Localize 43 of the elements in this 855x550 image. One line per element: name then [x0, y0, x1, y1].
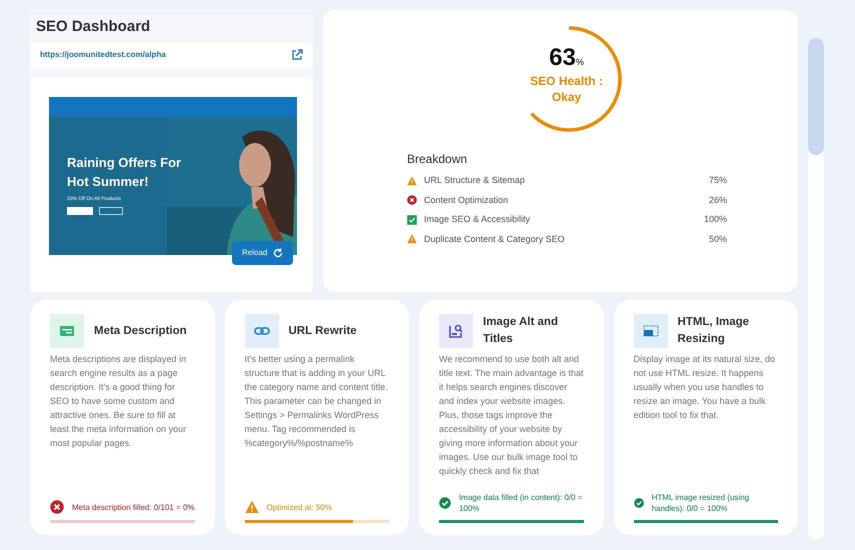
success-icon: [439, 496, 451, 510]
scrollbar[interactable]: [808, 38, 824, 540]
warning-icon: [407, 176, 417, 186]
card-title: Image Alt and Titles: [483, 315, 559, 347]
link-icon: [244, 314, 278, 348]
meta-icon: [50, 314, 84, 348]
card-title: HTML, Image Resizing: [678, 315, 750, 347]
breakdown-value: 75%: [708, 174, 727, 187]
status-text: HTML image resized (using handles): 0/0 = 100%: [652, 492, 750, 514]
error-icon: [407, 195, 417, 206]
status-text: Image data filled (in content): 0/0 = 100%: [458, 492, 584, 514]
breakdown-value: 100%: [704, 213, 727, 226]
refresh-icon: [273, 248, 284, 258]
breakdown-label: Content Optimization: [424, 194, 510, 207]
breakdown-value: 50%: [708, 232, 727, 246]
breakdown-label: URL Structure & Sitemap: [424, 174, 526, 187]
checkbox-icon: [407, 214, 417, 225]
card-description: It’s better using a permalink structure that is adding in your URL the category name and content title. This parameter can be changed in Settings > Permalinks WordPress menu. Tag recommended is %category%/%postname%: [244, 353, 389, 450]
warning-icon: [407, 234, 417, 244]
health-status: SEO Health : Okay: [529, 73, 604, 105]
preview-headline: Raining Offers For Hot Summer!: [67, 154, 182, 191]
status-text: Optimized at: 50%: [266, 502, 332, 512]
resize-icon: [634, 314, 668, 348]
warning-icon: [244, 500, 258, 514]
card-title: Meta Description: [94, 324, 187, 338]
health-score: 63%: [549, 46, 584, 70]
error-icon: [50, 500, 64, 514]
card-title: URL Rewrite: [288, 324, 357, 338]
success-icon: [634, 496, 644, 510]
scrollbar-thumb[interactable]: [808, 38, 824, 155]
reload-button[interactable]: Reload: [232, 241, 294, 265]
site-url-link[interactable]: https://joomunitedtest.com/alpha: [40, 49, 166, 61]
page-title: SEO Dashboard: [35, 17, 152, 37]
image-icon: [439, 314, 473, 348]
breakdown-value: 26%: [708, 194, 727, 206]
breakdown-title: Breakdown: [407, 151, 468, 168]
status-text: Meta description filled: 0/101 = 0%: [72, 502, 194, 512]
card-description: Meta descriptions are displayed in search engine results as a page description. It’s a good thing for SEO to have some custom and attractive ones. Be sure to fill at least the meta information on your most popular pages.: [50, 353, 188, 450]
breakdown-label: Duplicate Content & Category SEO: [424, 232, 566, 246]
breakdown-label: Image SEO & Accessibility: [424, 213, 532, 226]
external-link-icon[interactable]: [291, 49, 303, 61]
card-description: We recommend to use both alt and title text. The main advantage is that it helps search engines discover and index your website images. Plus, those tags improve the accessibility of your website by giving more information about your images. Use our bulk image tool to quickly check and fix that: [439, 353, 584, 478]
card-description: Display image at its natural size, do not use HTML resize. It happens usually when you use handles to resize an image. You have a bulk edition tool to fix that.: [634, 353, 776, 422]
